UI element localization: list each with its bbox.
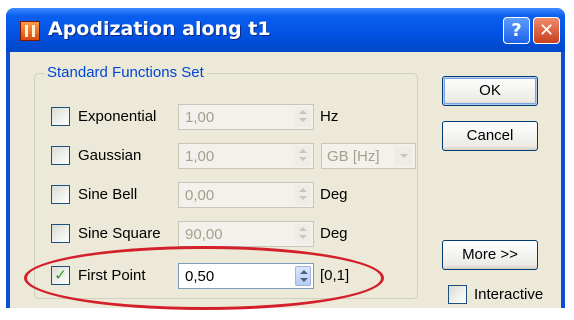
exponential-label: Exponential	[78, 108, 157, 125]
group-label: Standard Functions Set	[44, 64, 207, 81]
title-bar[interactable]: Apodization along t1 ? ✕	[6, 8, 565, 52]
gaussian-value: 1,00	[185, 148, 215, 165]
sine-bell-checkbox[interactable]	[51, 185, 70, 204]
sine-square-value: 90,00	[185, 226, 223, 243]
row-sine-bell: Sine Bell 0,00 Deg	[10, 181, 561, 209]
sine-square-label: Sine Square	[78, 225, 161, 242]
chevron-down-icon[interactable]	[395, 146, 413, 166]
apodization-dialog: Apodization along t1 ? ✕ Standard Functi…	[6, 8, 565, 308]
app-logo-icon	[20, 21, 40, 41]
first-point-checkbox[interactable]: ✓	[51, 266, 70, 285]
first-point-label: First Point	[78, 267, 146, 284]
spin-arrows-icon[interactable]	[295, 224, 311, 244]
sine-square-spinbox[interactable]: 90,00	[178, 221, 314, 247]
interactive-checkbox[interactable]	[448, 285, 467, 304]
more-button[interactable]: More >>	[442, 240, 538, 270]
gaussian-label: Gaussian	[78, 147, 142, 164]
first-point-spinbox[interactable]: 0,50	[178, 263, 314, 289]
spin-arrows-icon[interactable]	[295, 185, 311, 205]
sine-bell-spinbox[interactable]: 0,00	[178, 182, 314, 208]
cancel-button[interactable]: Cancel	[442, 121, 538, 151]
gaussian-unit-select[interactable]: GB [Hz]	[321, 143, 416, 169]
close-button[interactable]: ✕	[533, 17, 560, 44]
sine-square-checkbox[interactable]	[51, 224, 70, 243]
sine-bell-value: 0,00	[185, 187, 215, 204]
dialog-body: Standard Functions Set Exponential 1,00 …	[10, 52, 561, 308]
sine-bell-label: Sine Bell	[78, 186, 138, 203]
exponential-unit: Hz	[320, 108, 339, 125]
first-point-range: [0,1]	[320, 267, 350, 284]
spin-arrows-icon[interactable]	[295, 266, 311, 286]
spin-arrows-icon[interactable]	[295, 107, 311, 127]
exponential-spinbox[interactable]: 1,00	[178, 104, 314, 130]
ok-button[interactable]: OK	[442, 76, 538, 106]
help-button[interactable]: ?	[503, 17, 530, 44]
gaussian-spinbox[interactable]: 1,00	[178, 143, 314, 169]
first-point-value: 0,50	[185, 268, 215, 285]
interactive-label: Interactive	[474, 286, 544, 303]
window-title: Apodization along t1	[48, 18, 271, 40]
exponential-checkbox[interactable]	[51, 107, 70, 126]
gaussian-unit-value: GB [Hz]	[327, 148, 380, 165]
gaussian-checkbox[interactable]	[51, 146, 70, 165]
sine-bell-unit: Deg	[320, 186, 348, 203]
spin-arrows-icon[interactable]	[295, 146, 311, 166]
sine-square-unit: Deg	[320, 225, 348, 242]
exponential-value: 1,00	[185, 109, 215, 126]
